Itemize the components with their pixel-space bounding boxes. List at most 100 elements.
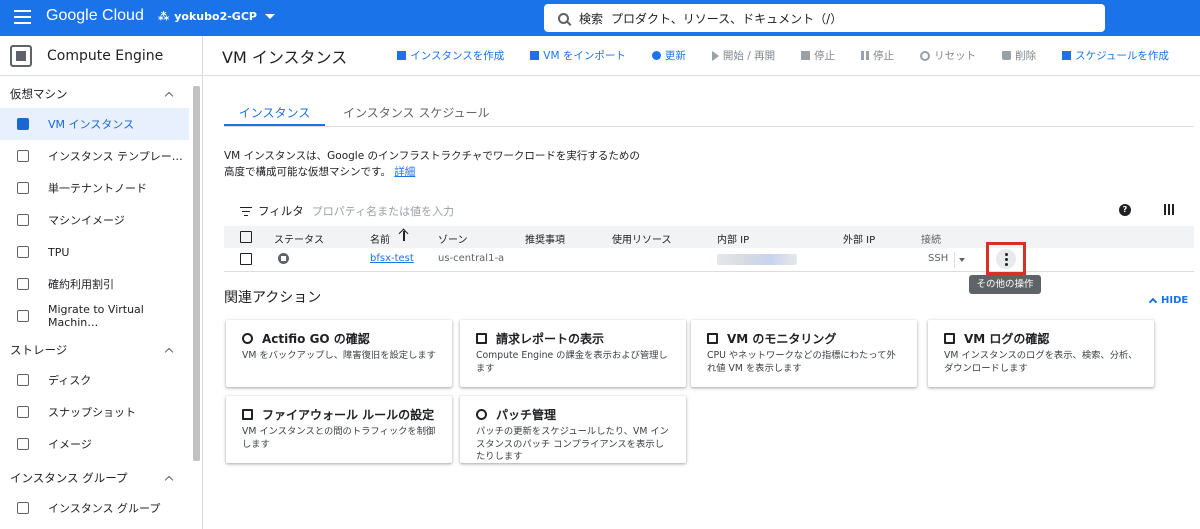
sidebar-section[interactable]: 仮想マシン	[0, 80, 202, 108]
related-action-card[interactable]: ファイアウォール ルールの設定 VM インスタンスとの間のトラフィックを制御します	[226, 396, 452, 463]
sidebar-header: Compute Engine	[0, 36, 202, 76]
ssh-dropdown-icon[interactable]	[959, 258, 965, 262]
chevron-up-icon	[164, 475, 174, 484]
start-resume-button[interactable]: 開始 / 再開	[711, 48, 775, 63]
patch-icon	[476, 409, 487, 420]
row-checkbox[interactable]	[240, 253, 252, 265]
card-title: VM のモニタリング	[707, 330, 903, 347]
more-actions-tooltip: その他の操作	[969, 275, 1041, 294]
related-action-card[interactable]: パッチ管理 パッチの更新をスケジュールしたり、VM インスタンスのパッチ コンプラ…	[460, 396, 686, 463]
sidebar-section[interactable]: ストレージ	[0, 336, 202, 364]
search-icon	[558, 12, 569, 24]
header-in-use-by[interactable]: 使用リソース	[612, 231, 672, 246]
migrate-icon	[17, 310, 29, 322]
ssh-button[interactable]: SSH	[928, 253, 948, 264]
chevron-up-icon	[164, 347, 174, 356]
suspend-button[interactable]: 停止	[861, 48, 894, 63]
sidebar-item[interactable]: ディスク	[0, 364, 189, 396]
tab-instance-schedules[interactable]: インスタンス スケジュール	[325, 96, 508, 126]
discount-icon	[17, 278, 29, 290]
play-icon	[711, 50, 719, 61]
header-connect: 接続	[921, 235, 941, 246]
header-name[interactable]: 名前	[370, 231, 390, 246]
reset-button[interactable]: リセット	[920, 48, 976, 63]
google-cloud-logo[interactable]: Google Cloud	[46, 7, 144, 25]
import-vm-label: VM をインポート	[543, 50, 626, 62]
refresh-label: 更新	[664, 50, 686, 62]
tpu-icon	[17, 246, 29, 258]
sidebar-item-label: マシンイメージ	[48, 214, 125, 227]
related-action-card[interactable]: VM ログの確認 VM インスタンスのログを表示、検索、分析、ダウンロードします	[928, 320, 1154, 387]
sidebar-item[interactable]: スナップショット	[0, 396, 189, 428]
vm-instance-icon	[17, 118, 29, 130]
related-actions-title: 関連アクション	[224, 290, 322, 306]
sidebar-item-label: Migrate to Virtual Machin…	[48, 303, 144, 329]
header-internal-ip[interactable]: 内部 IP	[717, 231, 749, 246]
hide-related-button[interactable]: HIDE	[1148, 295, 1188, 307]
hamburger-menu-icon[interactable]	[14, 10, 31, 24]
create-instance-button[interactable]: インスタンスを作成	[397, 48, 504, 63]
reset-label: リセット	[934, 50, 977, 62]
refresh-button[interactable]: 更新	[651, 48, 686, 63]
calendar-icon	[1062, 51, 1072, 60]
sidebar-item[interactable]: TPU	[0, 236, 189, 268]
sidebar-item[interactable]: 単一テナントノード	[0, 172, 189, 204]
delete-button[interactable]: 削除	[1002, 48, 1036, 63]
sidebar-item[interactable]: イメージ	[0, 428, 189, 460]
more-actions-icon[interactable]	[996, 249, 1016, 269]
table-header: ステータス 名前 ゾーン 推奨事項 使用リソース 内部 IP 外部 IP 接続	[224, 226, 1194, 248]
ssh-divider	[954, 252, 955, 268]
card-title-text: Actifio GO の確認	[262, 332, 370, 346]
related-action-card[interactable]: VM のモニタリング CPU やネットワークなどの指標にわたって外れ値 VM を表…	[691, 320, 917, 387]
suspend-label: 停止	[873, 50, 895, 62]
sidebar-section-label: ストレージ	[10, 343, 68, 357]
internal-ip-redacted	[717, 254, 797, 265]
search-placeholder: プロダクト、リソース、ドキュメント（/）	[611, 11, 843, 26]
card-title-text: ファイアウォール ルールの設定	[262, 408, 435, 422]
tab-instances[interactable]: インスタンス	[224, 96, 325, 126]
monitoring-icon	[707, 333, 718, 344]
instance-zone: us-central1-a	[438, 253, 505, 264]
related-action-card[interactable]: 請求レポートの表示 Compute Engine の課金を表示および管理します	[460, 320, 686, 387]
filter-label: フィルタ	[258, 204, 304, 218]
create-schedule-button[interactable]: スケジュールを作成	[1062, 48, 1169, 63]
sidebar-scrollbar[interactable]	[193, 86, 200, 461]
header-recommendation[interactable]: 推奨事項	[525, 231, 565, 246]
card-description: VM インスタンスとの間のトラフィックを制御します	[242, 426, 436, 450]
stopped-status-icon	[278, 253, 289, 264]
project-name: yokubo2-GCP	[174, 10, 257, 23]
tab-bar: インスタンス インスタンス スケジュール	[224, 96, 508, 126]
header-zone[interactable]: ゾーン	[438, 231, 468, 246]
import-vm-button[interactable]: VM をインポート	[530, 48, 626, 63]
create-instance-label: インスタンスを作成	[410, 50, 505, 62]
card-title-text: VM ログの確認	[964, 332, 1050, 346]
sort-ascending-icon[interactable]	[403, 231, 405, 241]
sidebar-item[interactable]: マシンイメージ	[0, 204, 189, 236]
filter-bar[interactable]: フィルタ プロパティ名または値を入力 ?	[224, 196, 1194, 226]
sidebar-item-label: イメージ	[48, 438, 92, 451]
column-display-icon[interactable]	[1164, 204, 1174, 215]
instance-name-link[interactable]: bfsx-test	[370, 253, 414, 264]
sidebar-item[interactable]: インスタンス グループ	[0, 492, 189, 524]
sidebar-item[interactable]: VM インスタンス	[0, 108, 189, 140]
sidebar-item[interactable]: インスタンス テンプレー…	[0, 140, 189, 172]
search-label: 検索	[579, 11, 604, 26]
related-action-card[interactable]: Actifio GO の確認 VM をバックアップし、障害復旧を設定します	[226, 320, 452, 387]
stop-label: 停止	[814, 50, 836, 62]
card-title-text: VM のモニタリング	[727, 332, 837, 346]
filter-input[interactable]: プロパティ名または値を入力	[312, 203, 454, 219]
sidebar-section[interactable]: インスタンス グループ	[0, 464, 202, 492]
sidebar-item[interactable]: Migrate to Virtual Machin…	[0, 300, 189, 332]
actifio-icon	[242, 333, 253, 344]
help-icon[interactable]: ?	[1119, 204, 1131, 216]
project-selector[interactable]: ⁂ yokubo2-GCP	[158, 10, 275, 23]
card-title: ファイアウォール ルールの設定	[242, 406, 438, 423]
search-bar[interactable]: 検索 プロダクト、リソース、ドキュメント（/）	[544, 4, 1105, 32]
learn-more-link[interactable]: 詳細	[394, 166, 415, 178]
header-status[interactable]: ステータス	[274, 231, 324, 246]
header-external-ip[interactable]: 外部 IP	[843, 231, 875, 246]
sidebar-item[interactable]: 確約利用割引	[0, 268, 189, 300]
stop-button[interactable]: 停止	[801, 48, 835, 63]
select-all-checkbox[interactable]	[240, 231, 252, 243]
card-description: Compute Engine の課金を表示および管理します	[476, 350, 668, 374]
